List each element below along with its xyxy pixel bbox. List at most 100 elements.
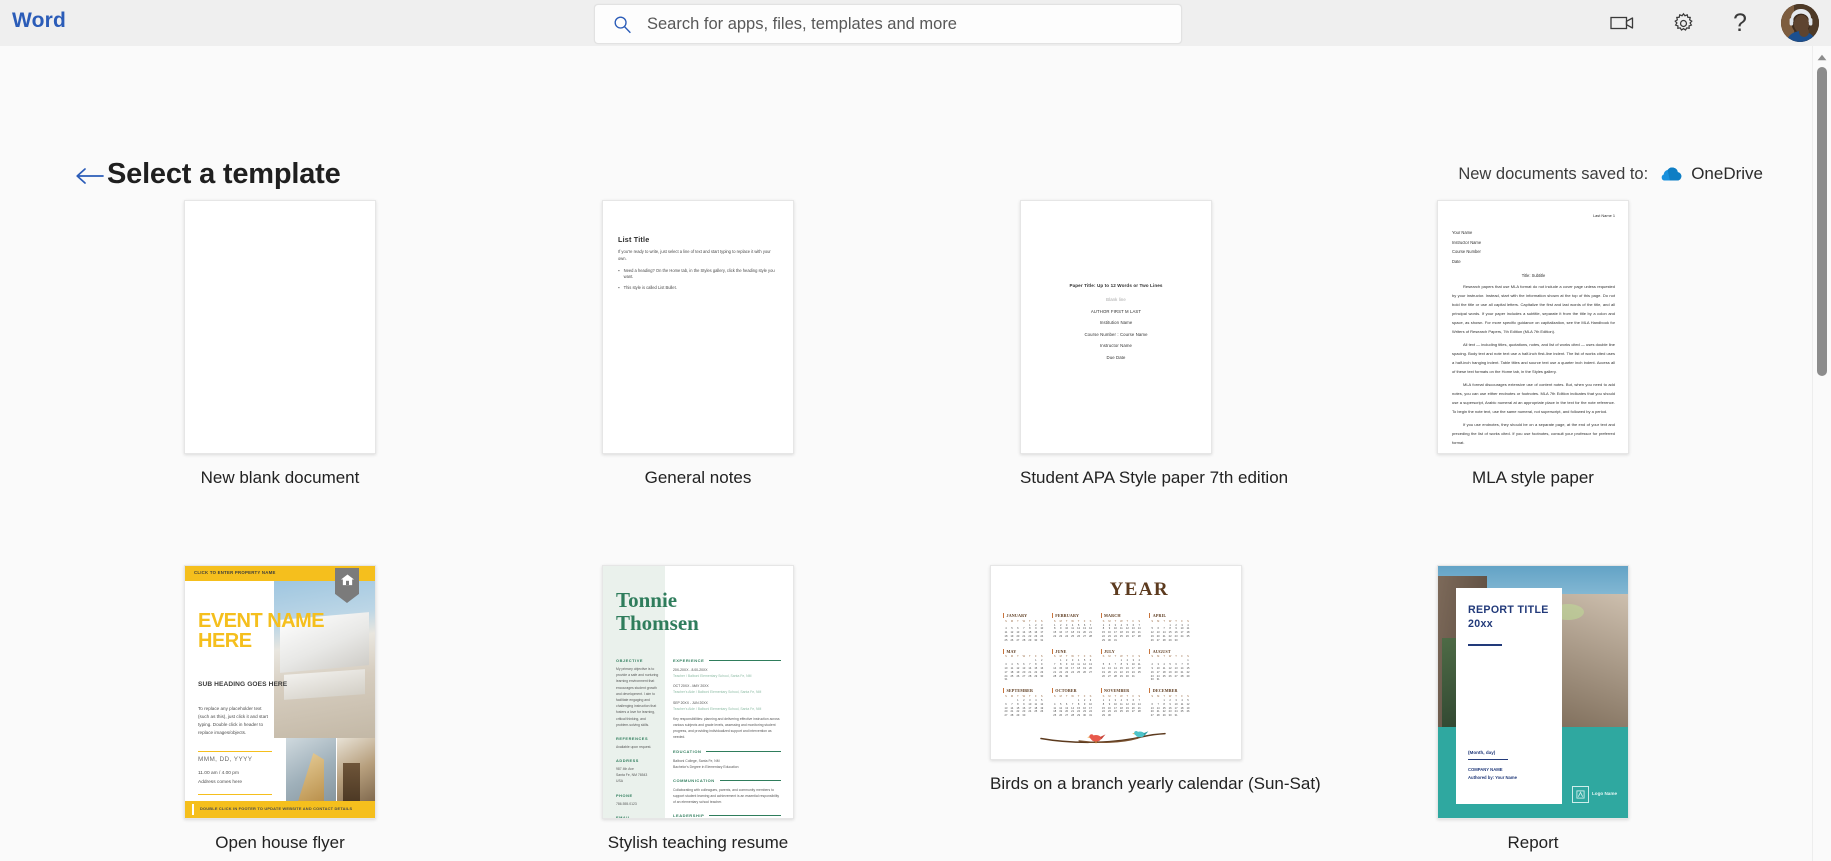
flyer-footer: DOUBLE CLICK IN FOOTER TO UPDATE WEBSITE…	[185, 801, 375, 818]
calendar-month: MARCH S M T W T F S 1 2 3 4 5 6 7 8 9 10 11 12 13 14 15 16 17 18 1…	[1100, 613, 1143, 642]
resume-sidebar: OBJECTIVE My primary objective is to pro…	[616, 658, 660, 818]
app-brand-word[interactable]: Word	[12, 9, 66, 33]
calendar-month-name: AUGUST	[1149, 648, 1191, 654]
template-thumbnail[interactable]: CLICK TO ENTER PROPERTY NAME EVENT NAME …	[184, 565, 376, 819]
onedrive-cloud-icon	[1657, 166, 1682, 182]
resume-heading-text: COMMUNICATION	[673, 777, 715, 783]
resume-section-text: 786.555.0123	[616, 801, 637, 806]
calendar-day-of-week-row: SMTWTFS	[1102, 619, 1141, 623]
avatar[interactable]	[1781, 4, 1819, 42]
report-title: REPORT TITLE 20xx	[1468, 604, 1549, 632]
resume-main: EXPERIENCE 20X-20XX - 8.00-20XX Teacher …	[673, 658, 781, 818]
calendar-month: OCTOBER S M T W T F S 1 2 3 4 5 6 7 8 9 10 11 12 13 14 15 16 17…	[1051, 688, 1094, 717]
notes-title: List Title	[618, 235, 650, 244]
template-card-new-blank-document[interactable]: New blank document	[184, 200, 376, 487]
help-question-icon[interactable]: ?	[1725, 0, 1755, 46]
calendar-day-of-week-row: SMTWTFS	[1053, 694, 1092, 698]
mla-paragraph: MLA format discourages extensive use of …	[1452, 382, 1615, 415]
flyer-divider	[198, 794, 272, 796]
scrollbar-thumb[interactable]	[1817, 67, 1827, 376]
resume-entry-role: Teacher's Aide / Balboni Elementary Scho…	[673, 706, 762, 711]
template-thumbnail[interactable]: Tonnie Thomsen OBJECTIVE My primary obje…	[602, 565, 794, 819]
top-app-bar: Word ?	[0, 0, 1831, 46]
heading-rule	[709, 815, 781, 817]
template-card-general-notes[interactable]: List Title If you're ready to write, jus…	[602, 200, 794, 487]
calendar-days: 1 2 3 4 5 6 7 8 9 10 11 12 13 14 15 16 17 18 19 20 21 22 23 24 2…	[1102, 659, 1141, 678]
template-card-stylish-teaching-resume[interactable]: Tonnie Thomsen OBJECTIVE My primary obje…	[602, 565, 794, 852]
resume-section-heading: LEADERSHIP	[673, 813, 781, 818]
resume-entry-role: Teacher's Aide / Balboni Elementary Scho…	[673, 690, 762, 695]
apa-line: Course Number : Course Name	[1084, 331, 1148, 337]
video-camera-icon[interactable]	[1604, 0, 1642, 46]
resume-section-text: Available upon request.	[616, 744, 652, 749]
template-thumbnail[interactable]: YEAR JANUARY S M T W T F S 1 2 3 4 5 6 7 8 9 10 11 12 13 14 1…	[990, 565, 1242, 760]
resume-section-text: Balboni College, Santa Fe, NM Bachelor's…	[673, 758, 739, 769]
calendar-month: MAY S M T W T F S 1 2 3 4 5 6 7 8 9 10 11 12 13 14 15 16 17 18 19…	[1003, 648, 1045, 682]
mla-heading-line: Your Name	[1452, 230, 1473, 235]
template-card-mla-style-paper[interactable]: Last Name 1 Your Name Instructor Name Co…	[1437, 200, 1629, 487]
template-card-birds-yearly-calendar[interactable]: YEAR JANUARY S M T W T F S 1 2 3 4 5 6 7 8 9 10 11 12 13 14 1…	[990, 565, 1321, 793]
calendar-days: 1 2 3 4 5 6 7 8 9 10 11 12 13 14 15 16 17 18 19 20 21 22 23 24 2…	[1053, 659, 1092, 678]
flyer-date: MMM, DD, YYYY	[198, 756, 253, 763]
template-thumbnail[interactable]: REPORT TITLE 20xx (Month, day) COMPANY N…	[1437, 565, 1629, 819]
template-card-report[interactable]: REPORT TITLE 20xx (Month, day) COMPANY N…	[1437, 565, 1629, 852]
bullet-dot-icon: ▪	[618, 285, 620, 290]
bullet-dot-icon: ▪	[618, 267, 620, 273]
template-thumbnail[interactable]: List Title If you're ready to write, jus…	[602, 200, 794, 454]
calendar-day-of-week-row: SMTWTFS	[1053, 655, 1092, 659]
help-glyph: ?	[1733, 8, 1747, 37]
calendar-days: 1 2 3 4 5 6 7 8 9 10 11 12 13 14 15 16 17 18 19 20 21 22 23 24 2…	[1004, 659, 1044, 682]
template-thumbnail[interactable]	[184, 200, 376, 454]
resume-entry-role: Teacher / Balboni Elementary School, San…	[673, 674, 752, 679]
search-icon	[613, 15, 632, 34]
calendar-month: FEBRUARY S M T W T F S 1 2 3 4 5 6 7 8 9 10 11 12 13 14 15 16 17…	[1051, 613, 1094, 642]
resume-section-heading: ADDRESS	[616, 758, 639, 764]
flyer-address: Address comes here	[198, 780, 242, 785]
flyer-event-name: EVENT NAME HERE	[198, 610, 325, 652]
search-input[interactable]	[645, 8, 1129, 40]
resume-section-heading: OBJECTIVE	[616, 658, 644, 663]
scroll-up-arrow-icon[interactable]	[1813, 50, 1831, 64]
report-title-text: REPORT TITLE	[1468, 604, 1549, 616]
save-location-label: New documents saved to:	[1458, 164, 1649, 183]
report-title-card: REPORT TITLE 20xx (Month, day) COMPANY N…	[1456, 588, 1562, 804]
calendar-days: 1 2 3 4 5 6 7 8 9 10 11 12 13 14 15 16 17 18 19 20 21 22 23 24 2…	[1150, 623, 1190, 642]
template-card-open-house-flyer[interactable]: CLICK TO ENTER PROPERTY NAME EVENT NAME …	[184, 565, 376, 852]
apa-line: Instructor Name	[1099, 343, 1133, 349]
template-caption: Birds on a branch yearly calendar (Sun-S…	[990, 774, 1321, 793]
report-company-name: COMPANY NAME	[1468, 767, 1503, 773]
template-caption: Report	[1507, 833, 1559, 852]
vertical-scrollbar[interactable]	[1812, 46, 1831, 861]
resume-section-text: Collaborating with colleagues, parents, …	[673, 787, 780, 805]
calendar-month-name: DECEMBER	[1149, 688, 1191, 694]
heading-rule	[709, 660, 781, 661]
calendar-month: JULY S M T W T F S 1 2 3 4 5 6 7 8 9 10 11 12 13 14 15 16 17 18 1…	[1100, 648, 1143, 682]
flyer-photo-main	[274, 581, 375, 738]
notes-intro: If you're ready to write, just select a …	[618, 249, 771, 261]
calendar-month-grid: JANUARY S M T W T F S 1 2 3 4 5 6 7 8 9 10 11 12 13 14 15 16 17…	[1003, 613, 1191, 717]
birds-on-branch-illustration	[1040, 731, 1166, 744]
avatar-image	[1781, 4, 1819, 42]
notes-preview: List Title If you're ready to write, jus…	[618, 235, 779, 296]
calendar-month-name: JUNE	[1051, 648, 1094, 654]
template-thumbnail[interactable]: Paper Title: Up to 12 Words or Two Lines…	[1020, 200, 1212, 454]
gear-icon[interactable]	[1664, 0, 1702, 46]
search-box[interactable]	[594, 4, 1182, 44]
report-month-day: (Month, day)	[1468, 750, 1496, 755]
template-thumbnail[interactable]: Last Name 1 Your Name Instructor Name Co…	[1437, 200, 1629, 454]
calendar-days: 1 2 3 4 5 6 7 8 9 10 11 12 13 14 15 16 17 18 19 20 21 22 23 24 2…	[1150, 659, 1190, 682]
flyer-divider	[198, 751, 272, 753]
report-logo: Logo Name	[1571, 786, 1617, 803]
calendar-month-name: NOVEMBER	[1100, 688, 1143, 694]
calendar-month: NOVEMBER S M T W T F S 1 2 3 4 5 6 7 8 9 10 11 12 13 14 15 16 17…	[1100, 688, 1143, 717]
calendar-days: 1 2 3 4 5 6 7 8 9 10 11 12 13 14 15 16 17 18 19 20 21 22 23 24 2…	[1004, 698, 1044, 718]
calendar-days: 1 2 3 4 5 6 7 8 9 10 11 12 13 14 15 16 17 18 19 20 21 22 23 24 2…	[1102, 623, 1141, 642]
calendar-day-of-week-row: SMTWTFS	[1005, 694, 1043, 698]
flyer-time: 11.00 am / 4.00 pm	[198, 771, 239, 776]
back-arrow-icon[interactable]	[75, 161, 109, 191]
template-caption: Student APA Style paper 7th edition	[1020, 468, 1289, 487]
apa-paper-title: Paper Title: Up to 12 Words or Two Lines	[1069, 283, 1163, 288]
calendar-month-name: MARCH	[1100, 613, 1143, 618]
template-card-student-apa-style-paper[interactable]: Paper Title: Up to 12 Words or Two Lines…	[1020, 200, 1288, 487]
resume-section-heading: PHONE	[616, 792, 633, 798]
